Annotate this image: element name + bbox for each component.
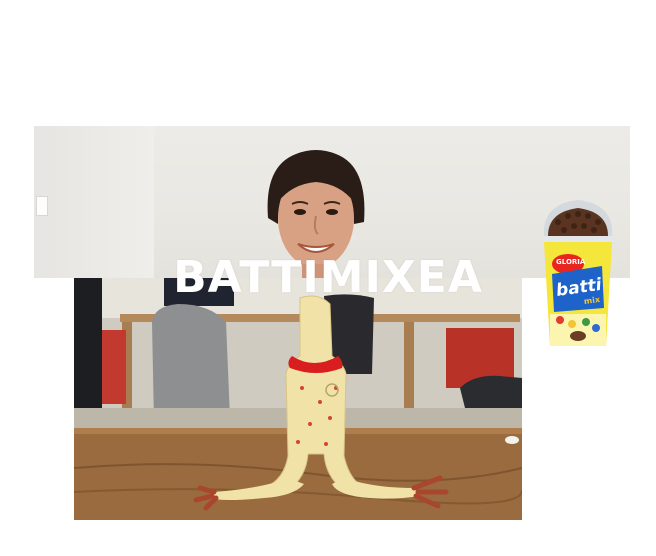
office-scene [74,278,522,520]
chicken-photo [74,278,522,520]
overlay-title: BATTIMIXEA [173,252,483,303]
